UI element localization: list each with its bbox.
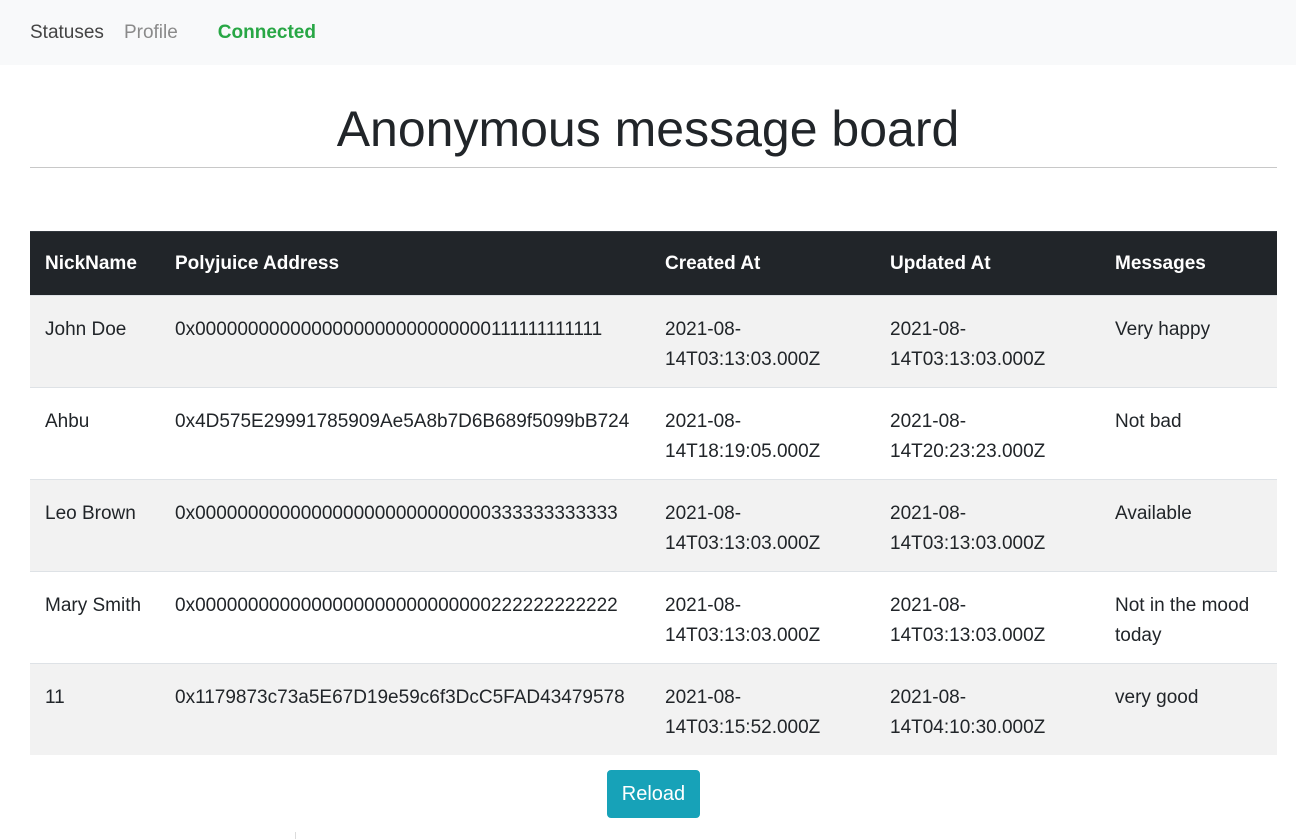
cell-message: Not bad xyxy=(1100,387,1277,480)
cell-message: Available xyxy=(1100,479,1277,572)
cell-created-at: 2021-08-14T03:13:03.000Z xyxy=(650,295,875,388)
cell-message: Not in the mood today xyxy=(1100,571,1277,664)
bottom-divider-fragment xyxy=(295,832,296,839)
cell-created-at: 2021-08-14T03:13:03.000Z xyxy=(650,571,875,664)
cell-nickname: Leo Brown xyxy=(30,479,160,572)
table-row: John Doe 0x00000000000000000000000000001… xyxy=(30,295,1277,388)
cell-updated-at: 2021-08-14T20:23:23.000Z xyxy=(875,387,1100,480)
cell-address: 0x4D575E29991785909Ae5A8b7D6B689f5099bB7… xyxy=(160,387,650,480)
cell-address: 0x00000000000000000000000000002222222222… xyxy=(160,571,650,664)
column-header-updated-at: Updated At xyxy=(875,231,1100,296)
column-header-created-at: Created At xyxy=(650,231,875,296)
cell-address: 0x00000000000000000000000000003333333333… xyxy=(160,479,650,572)
cell-created-at: 2021-08-14T03:15:52.000Z xyxy=(650,663,875,755)
cell-nickname: Ahbu xyxy=(30,387,160,480)
table-header-row: NickName Polyjuice Address Created At Up… xyxy=(30,231,1277,296)
cell-message: Very happy xyxy=(1100,295,1277,388)
cell-created-at: 2021-08-14T18:19:05.000Z xyxy=(650,387,875,480)
nav-link-statuses[interactable]: Statuses xyxy=(30,22,104,44)
cell-updated-at: 2021-08-14T03:13:03.000Z xyxy=(875,479,1100,572)
column-header-messages: Messages xyxy=(1100,231,1277,296)
column-header-polyjuice-address: Polyjuice Address xyxy=(160,231,650,296)
reload-button[interactable]: Reload xyxy=(607,770,700,818)
cell-nickname: Mary Smith xyxy=(30,571,160,664)
column-header-nickname: NickName xyxy=(30,231,160,296)
cell-address: 0x1179873c73a5E67D19e59c6f3DcC5FAD434795… xyxy=(160,663,650,755)
table-body: John Doe 0x00000000000000000000000000001… xyxy=(30,295,1277,755)
cell-nickname: 11 xyxy=(30,663,160,755)
cell-created-at: 2021-08-14T03:13:03.000Z xyxy=(650,479,875,572)
cell-message: very good xyxy=(1100,663,1277,755)
table-row: Ahbu 0x4D575E29991785909Ae5A8b7D6B689f50… xyxy=(30,387,1277,480)
cell-updated-at: 2021-08-14T04:10:30.000Z xyxy=(875,663,1100,755)
connection-status: Connected xyxy=(217,21,316,43)
table-row: Mary Smith 0x000000000000000000000000000… xyxy=(30,571,1277,664)
title-divider xyxy=(30,167,1277,168)
message-table: NickName Polyjuice Address Created At Up… xyxy=(30,231,1277,755)
top-navbar: Statuses Profile Connected xyxy=(0,0,1296,65)
table-row: 11 0x1179873c73a5E67D19e59c6f3DcC5FAD434… xyxy=(30,663,1277,755)
cell-updated-at: 2021-08-14T03:13:03.000Z xyxy=(875,571,1100,664)
nav-link-profile[interactable]: Profile xyxy=(124,22,178,44)
table-row: Leo Brown 0x0000000000000000000000000000… xyxy=(30,479,1277,572)
message-table-container: NickName Polyjuice Address Created At Up… xyxy=(30,231,1277,755)
cell-updated-at: 2021-08-14T03:13:03.000Z xyxy=(875,295,1100,388)
cell-nickname: John Doe xyxy=(30,295,160,388)
cell-address: 0x00000000000000000000000000001111111111… xyxy=(160,295,650,388)
table-header: NickName Polyjuice Address Created At Up… xyxy=(30,231,1277,296)
page-title: Anonymous message board xyxy=(336,101,960,157)
